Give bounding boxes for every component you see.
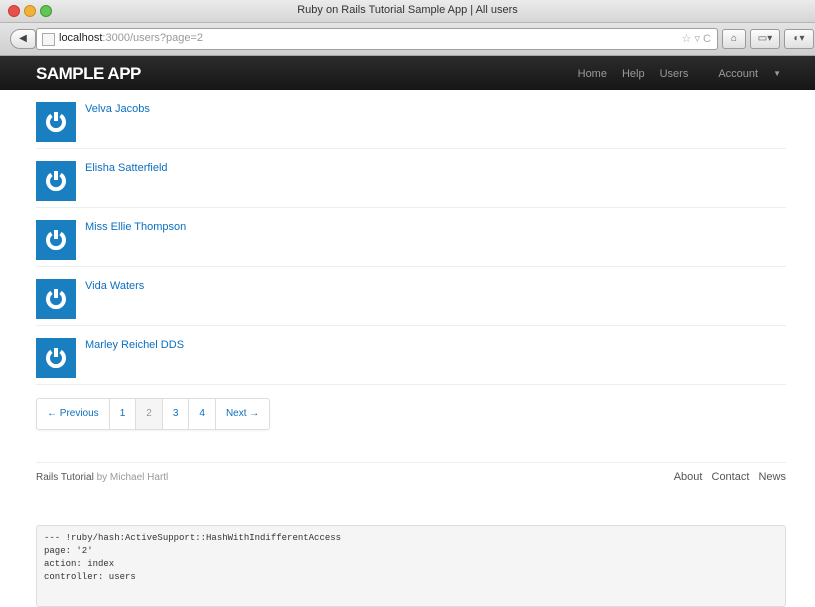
user-list-item: Velva Jacobs: [36, 90, 786, 149]
window-titlebar: Ruby on Rails Tutorial Sample App | All …: [0, 0, 815, 23]
page-link-4[interactable]: 4: [188, 399, 215, 429]
user-list-item: Miss Ellie Thompson: [36, 208, 786, 267]
debug-line: controller: users: [44, 572, 136, 582]
bookmarks-menu-button[interactable]: ▭▾: [750, 29, 780, 49]
debug-line: page: '2': [44, 546, 93, 556]
gravatar-avatar[interactable]: [36, 161, 76, 201]
browser-toolbar: ◀ localhost:3000/users?page=2 ☆ ▿ C ⌂ ▭▾…: [0, 23, 815, 56]
next-page-link[interactable]: Next →: [214, 399, 269, 429]
caret-down-icon: ▼: [773, 69, 781, 78]
user-list-item: Elisha Satterfield: [36, 149, 786, 208]
window-title: Ruby on Rails Tutorial Sample App | All …: [297, 4, 518, 16]
page-link-1[interactable]: 1: [108, 399, 136, 429]
user-name-link[interactable]: Marley Reichel DDS: [85, 339, 184, 351]
pagination: ← Previous 1 2 3 4 Next →: [36, 398, 271, 430]
users-list: Velva Jacobs Elisha Satterfield Miss Ell…: [36, 90, 786, 385]
gravatar-avatar[interactable]: [36, 102, 76, 142]
gravatar-avatar[interactable]: [36, 220, 76, 260]
page-link-3[interactable]: 3: [161, 399, 189, 429]
app-navbar: SAMPLE APP Home Help Users Account ▼: [0, 56, 815, 90]
user-list-item: Vida Waters: [36, 267, 786, 326]
page-icon: [42, 33, 55, 46]
user-name-link[interactable]: Elisha Satterfield: [85, 162, 168, 174]
user-name-link[interactable]: Vida Waters: [85, 280, 144, 292]
extensions-button[interactable]: ◐▾: [784, 29, 814, 49]
home-icon[interactable]: ⌂: [722, 29, 746, 49]
nav-home-link[interactable]: Home: [578, 68, 607, 80]
footer-contact-link[interactable]: Contact: [712, 471, 750, 483]
nav-users-link[interactable]: Users: [660, 68, 689, 80]
nav-help-link[interactable]: Help: [622, 68, 645, 80]
current-page: 2: [135, 399, 162, 429]
bookmark-star-icon[interactable]: ☆ ▿ C: [682, 32, 711, 45]
footer-links: About Contact News: [668, 471, 786, 483]
rails-tutorial-link[interactable]: Rails Tutorial: [36, 472, 94, 483]
debug-line: --- !ruby/hash:ActiveSupport::HashWithIn…: [44, 533, 342, 543]
user-name-link[interactable]: Velva Jacobs: [85, 103, 150, 115]
user-name-link[interactable]: Miss Ellie Thompson: [85, 221, 186, 233]
url-text: localhost:3000/users?page=2: [59, 32, 204, 44]
footer-about-link[interactable]: About: [674, 471, 703, 483]
debug-line: action: index: [44, 559, 115, 569]
nav-account-dropdown[interactable]: Account ▼: [703, 68, 781, 80]
user-list-item: Marley Reichel DDS: [36, 326, 786, 385]
previous-page-link[interactable]: ← Previous: [37, 399, 109, 429]
footer-credit: Rails Tutorial by Michael Hartl: [36, 472, 168, 483]
debug-params-box: --- !ruby/hash:ActiveSupport::HashWithIn…: [36, 525, 786, 607]
address-bar[interactable]: localhost:3000/users?page=2 ☆ ▿ C: [36, 28, 718, 50]
gravatar-avatar[interactable]: [36, 279, 76, 319]
gravatar-avatar[interactable]: [36, 338, 76, 378]
nav-links: Home Help Users Account ▼: [563, 68, 781, 80]
brand-logo[interactable]: SAMPLE APP: [36, 64, 141, 84]
page-footer: Rails Tutorial by Michael Hartl About Co…: [36, 462, 786, 493]
footer-news-link[interactable]: News: [758, 471, 786, 483]
author-credit: by Michael Hartl: [96, 472, 169, 483]
back-button[interactable]: ◀: [10, 29, 36, 49]
